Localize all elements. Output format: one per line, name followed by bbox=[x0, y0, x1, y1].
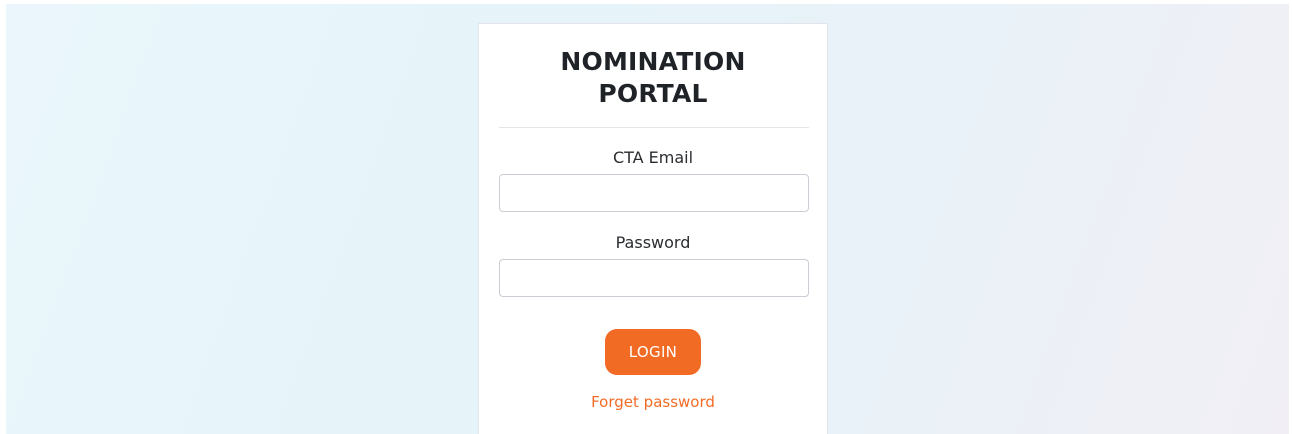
login-card: NOMINATION PORTAL CTA Email Password LOG… bbox=[478, 23, 828, 434]
forget-password-link[interactable]: Forget password bbox=[479, 392, 827, 412]
page-background: NOMINATION PORTAL CTA Email Password LOG… bbox=[6, 4, 1289, 434]
password-label: Password bbox=[615, 233, 691, 252]
portal-title: NOMINATION PORTAL bbox=[479, 46, 827, 110]
portal-title-line2: PORTAL bbox=[598, 79, 708, 108]
email-field[interactable] bbox=[499, 174, 809, 212]
password-field[interactable] bbox=[499, 259, 809, 297]
title-divider bbox=[499, 127, 809, 128]
portal-title-line1: NOMINATION bbox=[560, 47, 746, 76]
login-button[interactable]: LOGIN bbox=[605, 329, 701, 375]
email-label: CTA Email bbox=[612, 148, 694, 167]
